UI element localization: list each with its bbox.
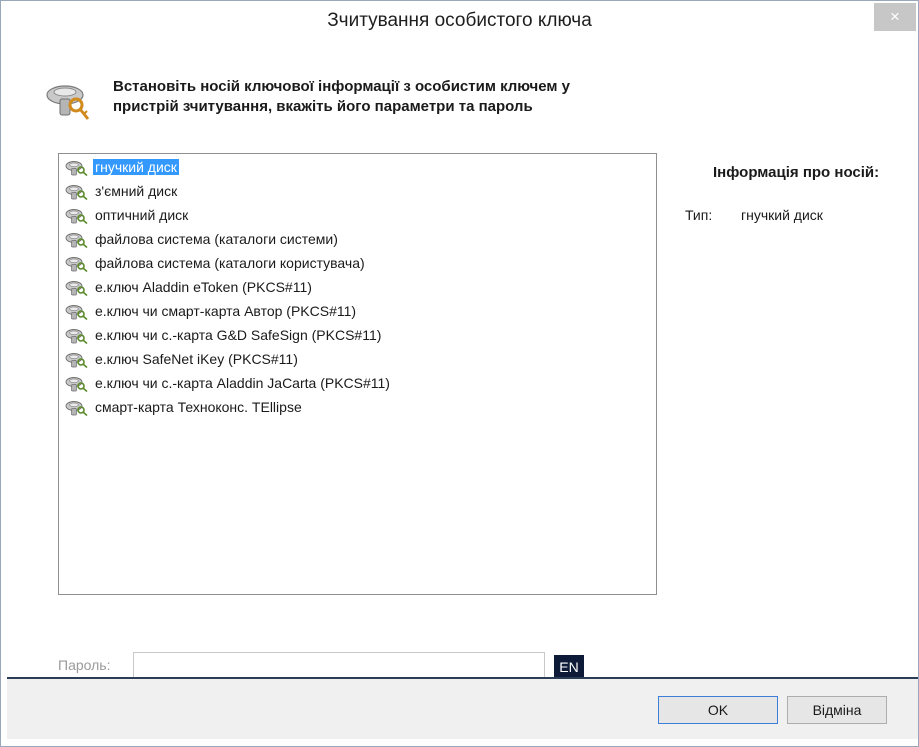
dialog-window: Зчитування особистого ключа × Встановіть… — [0, 0, 919, 747]
device-list-item-label: файлова система (каталоги системи) — [95, 231, 338, 248]
device-list-item[interactable]: з'ємний диск — [59, 178, 656, 202]
device-list-item[interactable]: файлова система (каталоги системи) — [59, 226, 656, 250]
device-list-item-label: гнучкий диск — [93, 159, 179, 176]
key-media-icon — [65, 231, 89, 249]
key-reader-icon — [46, 85, 90, 120]
device-list-item-label: е.ключ SafeNet iKey (PKCS#11) — [95, 351, 298, 368]
close-icon: × — [890, 7, 900, 26]
key-media-icon — [65, 255, 89, 273]
key-media-icon — [65, 375, 89, 393]
instruction-line-2: пристрій зчитування, вкажіть його параме… — [113, 98, 533, 115]
device-list-item-label: смарт-карта Техноконс. TEllipse — [95, 399, 302, 416]
key-media-icon — [65, 399, 89, 417]
instruction-line-1: Встановіть носій ключової інформації з о… — [113, 78, 571, 95]
key-media-icon — [65, 279, 89, 297]
info-type-value: гнучкий диск — [741, 207, 823, 223]
device-list-item[interactable]: гнучкий диск — [59, 154, 656, 178]
info-title: Інформація про носій: — [713, 164, 880, 181]
key-media-icon — [65, 159, 89, 177]
password-label: Пароль: — [58, 657, 111, 673]
key-media-icon — [65, 183, 89, 201]
input-language-indicator[interactable]: EN — [554, 655, 584, 679]
info-type-label: Тип: — [685, 207, 713, 223]
device-list-item[interactable]: оптичний диск — [59, 202, 656, 226]
device-list-item[interactable]: е.ключ Aladdin eToken (PKCS#11) — [59, 274, 656, 298]
dialog-footer: OK Відміна — [7, 679, 918, 739]
device-list-item-label: оптичний диск — [95, 207, 189, 224]
device-list-item-label: е.ключ Aladdin eToken (PKCS#11) — [95, 279, 312, 296]
device-list-item[interactable]: е.ключ SafeNet iKey (PKCS#11) — [59, 346, 656, 370]
key-media-icon — [65, 351, 89, 369]
instruction-header: Встановіть носій ключової інформації з о… — [43, 77, 883, 127]
device-list-item[interactable]: е.ключ чи с.-карта G&D SafeSign (PKCS#11… — [59, 322, 656, 346]
close-button[interactable]: × — [874, 3, 916, 31]
device-list-item[interactable]: смарт-карта Техноконс. TEllipse — [59, 394, 656, 418]
title-bar: Зчитування особистого ключа × — [1, 1, 918, 41]
key-media-icon — [65, 327, 89, 345]
key-media-icon — [65, 207, 89, 225]
ok-button[interactable]: OK — [658, 696, 778, 724]
device-list-item[interactable]: е.ключ чи с.-карта Aladdin JaCarta (PKCS… — [59, 370, 656, 394]
device-list-item-label: е.ключ чи смарт-карта Автор (PKCS#11) — [95, 303, 357, 320]
device-list-item[interactable]: е.ключ чи смарт-карта Автор (PKCS#11) — [59, 298, 656, 322]
device-list-item[interactable]: файлова система (каталоги користувача) — [59, 250, 656, 274]
device-list-item-label: е.ключ чи с.-карта Aladdin JaCarta (PKCS… — [95, 375, 390, 392]
instruction-text: Встановіть носій ключової інформації з о… — [113, 77, 873, 117]
key-media-icon — [65, 303, 89, 321]
password-input[interactable] — [133, 652, 545, 680]
cancel-button[interactable]: Відміна — [787, 696, 887, 724]
window-title: Зчитування особистого ключа — [327, 10, 592, 31]
device-list[interactable]: гнучкий диск з'ємний диск оптичний диск фай… — [58, 153, 657, 595]
device-list-item-label: файлова система (каталоги користувача) — [95, 255, 365, 272]
device-list-item-label: е.ключ чи с.-карта G&D SafeSign (PKCS#11… — [95, 327, 382, 344]
device-list-item-label: з'ємний диск — [95, 183, 178, 200]
